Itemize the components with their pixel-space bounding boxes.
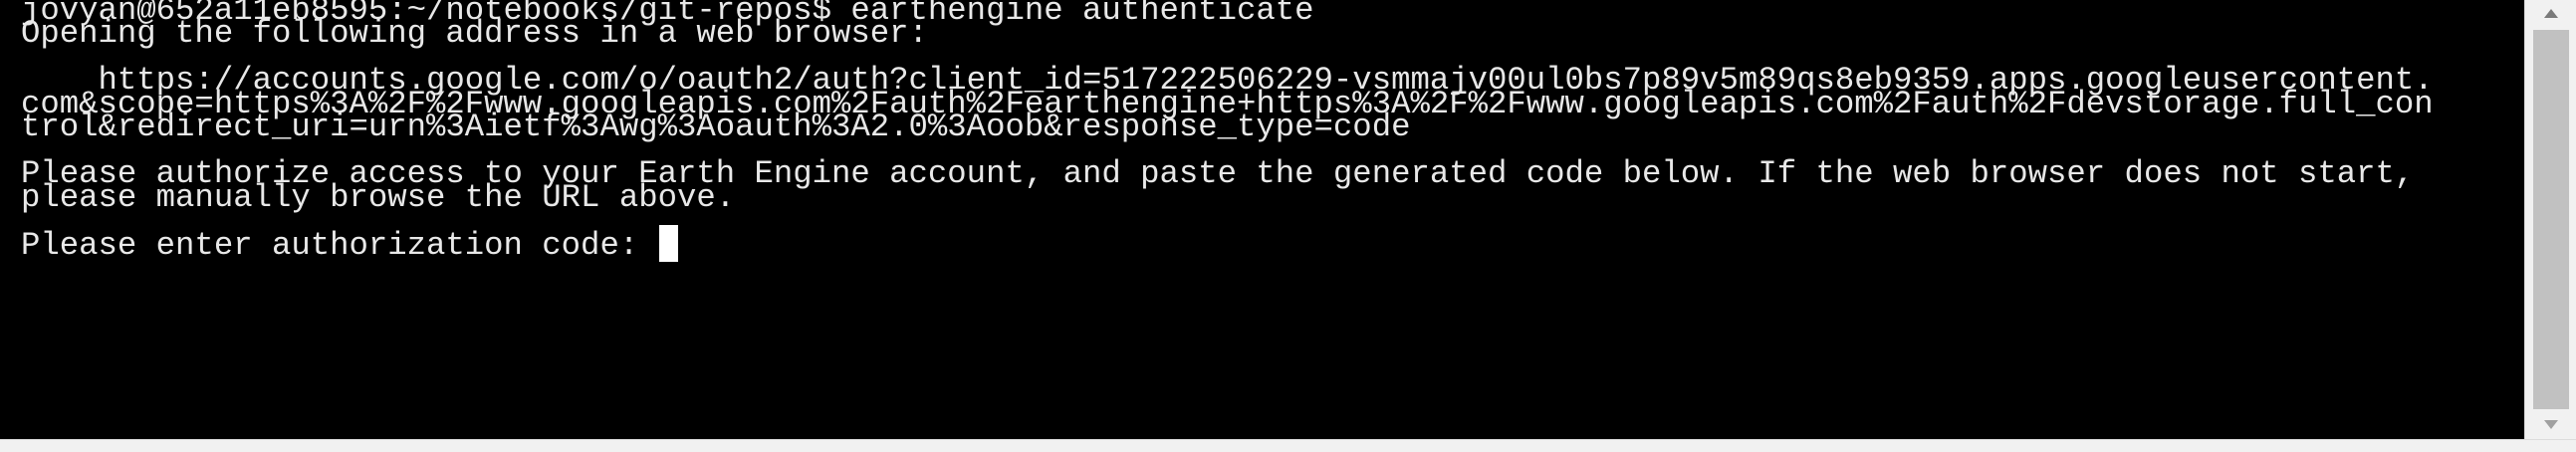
terminal-screen[interactable]: jovyan@652a11eb8595:~/notebooks/git-repo… bbox=[0, 0, 2524, 439]
scroll-up-arrow-icon[interactable] bbox=[2525, 3, 2576, 25]
vertical-scrollbar[interactable] bbox=[2524, 0, 2576, 439]
auth-code-prompt: Please enter authorization code: bbox=[21, 227, 658, 264]
window-bottom-edge bbox=[0, 439, 2576, 452]
scrollbar-thumb[interactable] bbox=[2533, 30, 2569, 409]
terminal-line-auth-url-3[interactable]: trol&redirect_uri=urn%3Aietf%3Awg%3Aoaut… bbox=[21, 108, 1410, 146]
terminal-input-line[interactable]: Please enter authorization code: bbox=[21, 225, 678, 264]
terminal-line-opening-address: Opening the following address in a web b… bbox=[21, 15, 928, 52]
scroll-down-arrow-icon[interactable] bbox=[2525, 414, 2576, 436]
terminal-line-instructions-2: please manually browse the URL above. bbox=[21, 179, 736, 216]
terminal-window: jovyan@652a11eb8595:~/notebooks/git-repo… bbox=[0, 0, 2576, 452]
text-cursor[interactable] bbox=[658, 225, 678, 262]
